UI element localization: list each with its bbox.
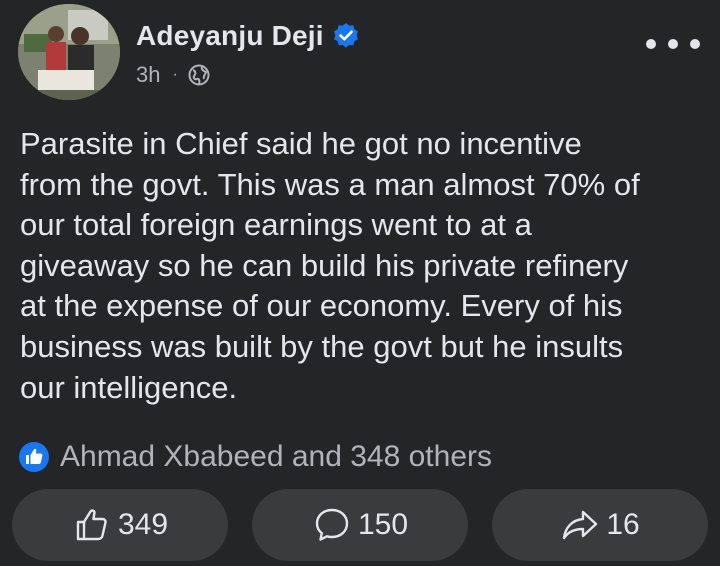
post-header: Adeyanju Deji 3h · [0,0,720,110]
like-reaction-icon [18,441,50,473]
post-meta: 3h · [136,62,210,88]
thumbs-up-icon [76,509,107,541]
comment-button[interactable]: 150 [252,489,468,561]
share-button[interactable]: 16 [492,489,708,561]
action-bar: 349 150 16 [12,489,708,561]
more-options-button[interactable] [646,32,700,56]
share-count: 16 [606,508,640,541]
like-button[interactable]: 349 [12,489,228,561]
avatar[interactable] [18,4,120,100]
post-body: Parasite in Chief said he got no incenti… [20,126,640,405]
comment-icon [315,508,349,541]
share-arrow-icon [563,510,598,540]
avatar-photo [18,4,120,100]
globe-icon [188,64,210,86]
more-dot-icon [668,39,678,49]
post-time[interactable]: 3h [136,62,160,88]
meta-separator: · [172,66,178,83]
more-dot-icon [646,39,656,49]
verified-badge-icon [332,22,360,50]
like-count: 349 [117,508,169,541]
reaction-summary[interactable]: Ahmad Xbabeed and 348 others [18,440,492,474]
more-dot-icon [690,39,700,49]
author-name[interactable]: Adeyanju Deji [136,20,324,52]
comment-count: 150 [357,508,409,541]
reaction-summary-text: Ahmad Xbabeed and 348 others [60,440,492,473]
